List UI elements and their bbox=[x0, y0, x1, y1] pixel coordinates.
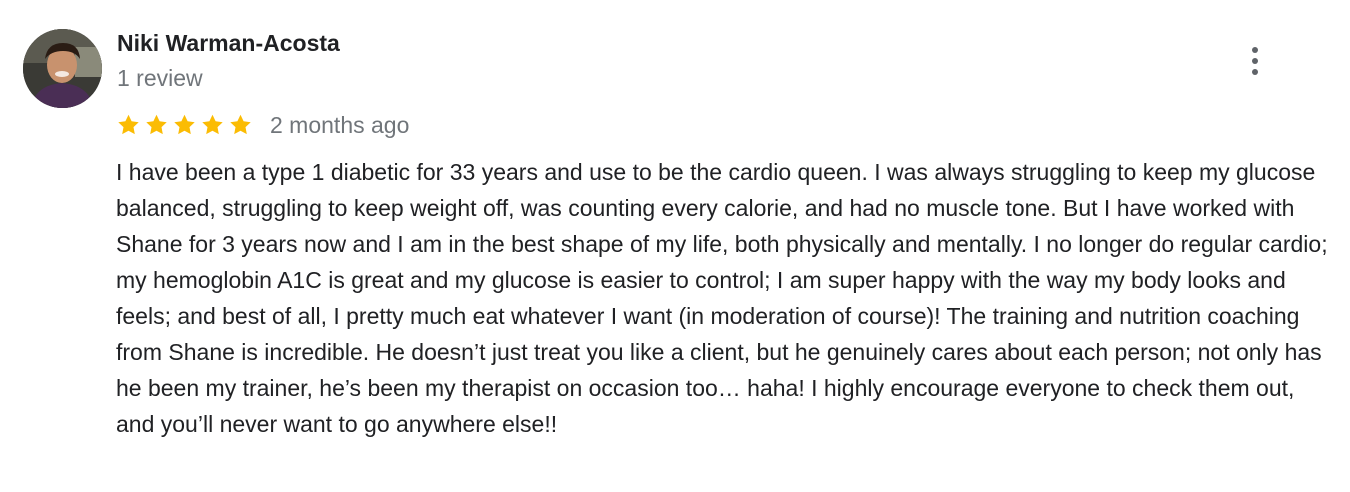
review-card: Niki Warman-Acosta 1 review 2 months ago… bbox=[0, 0, 1350, 492]
rating-row: 2 months ago bbox=[116, 110, 409, 140]
avatar-photo bbox=[23, 29, 102, 108]
star-icon bbox=[172, 113, 197, 137]
avatar[interactable] bbox=[23, 29, 102, 108]
reviewer-name[interactable]: Niki Warman-Acosta bbox=[117, 30, 340, 57]
more-vert-icon bbox=[1252, 47, 1258, 53]
review-time: 2 months ago bbox=[270, 111, 410, 138]
star-icon bbox=[116, 113, 141, 137]
review-count: 1 review bbox=[117, 65, 203, 91]
star-rating bbox=[116, 113, 253, 137]
more-options-button[interactable] bbox=[1240, 44, 1270, 78]
star-icon bbox=[228, 113, 253, 137]
star-icon bbox=[200, 113, 225, 137]
review-text: I have been a type 1 diabetic for 33 yea… bbox=[116, 159, 1328, 437]
star-icon bbox=[144, 113, 169, 137]
